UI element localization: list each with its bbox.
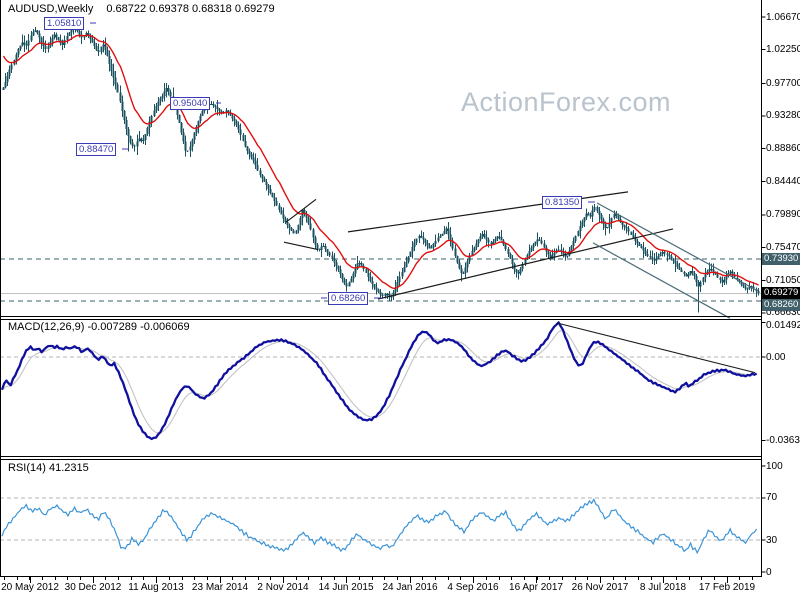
trendline	[378, 229, 673, 299]
chart-title: AUDUSD,Weekly 0.68722 0.69378 0.68318 0.6…	[8, 3, 275, 15]
macd-trendline	[557, 323, 755, 373]
trading-chart-window: ActionForex.com AUDUSD,Weekly0.68722 0.6…	[0, 0, 800, 600]
chart-canvas	[0, 0, 800, 600]
trendline	[597, 203, 758, 291]
candlestick-wicks	[4, 20, 759, 313]
rsi-indicator-label: RSI(14) 41.2315	[8, 462, 89, 474]
macd-signal-line	[2, 331, 757, 433]
trendline	[284, 242, 318, 249]
ohlc-values: 0.68722 0.69378 0.68318 0.69279	[106, 3, 274, 15]
symbol-timeframe-label: AUDUSD,Weekly	[8, 3, 93, 15]
rsi-line	[2, 499, 757, 553]
macd-indicator-label: MACD(12,26,9) -0.007289 -0.006069	[8, 321, 190, 333]
candlestick-bodies	[4, 28, 759, 298]
macd-main-line	[2, 322, 757, 439]
